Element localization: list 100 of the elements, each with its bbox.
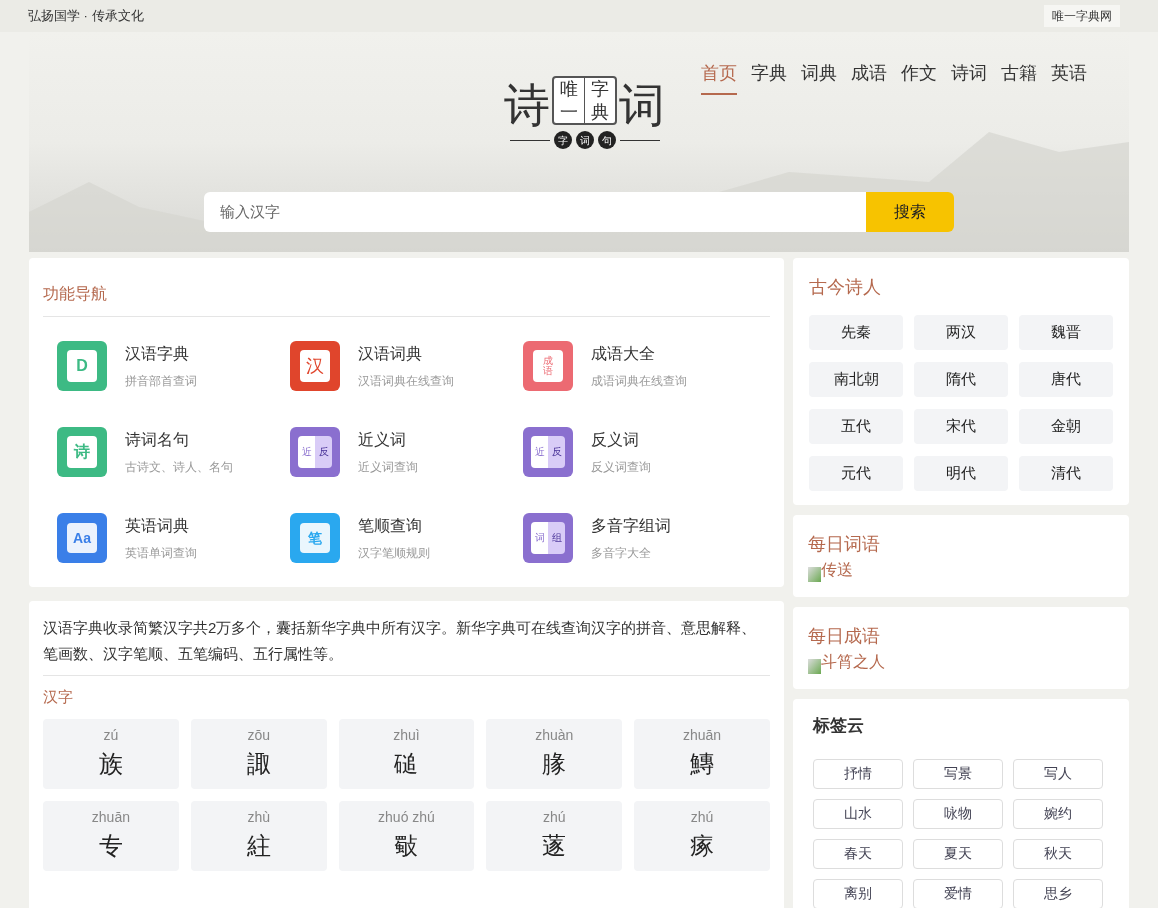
pinyin-text: zhuān bbox=[683, 726, 722, 745]
feature-description: 汉字笔顺规则 bbox=[358, 545, 430, 562]
feature-link[interactable]: 汉 汉语词典 汉语词典在线查询 bbox=[290, 341, 523, 391]
era-button[interactable]: 隋代 bbox=[914, 362, 1008, 397]
pinyin-text: zhuó zhú bbox=[378, 808, 435, 827]
feature-name: 近义词 bbox=[358, 430, 407, 450]
nav-link[interactable]: 古籍 bbox=[1001, 60, 1037, 95]
era-button[interactable]: 唐代 bbox=[1019, 362, 1113, 397]
tag-link[interactable]: 婉约 bbox=[1013, 798, 1103, 829]
tag-link[interactable]: 思乡 bbox=[1013, 878, 1103, 908]
feature-name: 诗词名句 bbox=[125, 430, 190, 450]
era-button[interactable]: 两汉 bbox=[914, 315, 1008, 350]
nav-link[interactable]: 诗词 bbox=[951, 60, 987, 95]
tag-link[interactable]: 山水 bbox=[813, 798, 903, 829]
intro-paragraph: 汉语字典收录简繁汉字共2万多个，囊括新华字典中所有汉字。新华字典可在线查询汉字的拼音、意思解释、笔画数、汉字笔顺、五笔编码、五行属性等。 bbox=[43, 615, 770, 676]
character-card[interactable]: zhù 紸 bbox=[190, 800, 327, 871]
era-button[interactable]: 明代 bbox=[914, 456, 1008, 491]
section-title: 功能导航 bbox=[43, 282, 770, 317]
broken-image-icon bbox=[808, 567, 821, 582]
era-button[interactable]: 清代 bbox=[1019, 456, 1113, 491]
feature-link[interactable]: 近 反 反义词 反义词查询 bbox=[523, 427, 756, 477]
character-card[interactable]: zōu 諏 bbox=[190, 718, 327, 789]
pinyin-text: zhù bbox=[247, 808, 270, 827]
image-alt-text: 传送 bbox=[821, 560, 853, 580]
feature-icon: Aa bbox=[57, 513, 107, 563]
feature-link[interactable]: 近 反 近义词 近义词查询 bbox=[290, 427, 523, 477]
tag-link[interactable]: 春天 bbox=[813, 838, 903, 869]
feature-description: 多音字大全 bbox=[591, 545, 652, 562]
character-card[interactable]: zhuì 磓 bbox=[338, 718, 475, 789]
feature-link[interactable]: 词 组 多音字组词 多音字大全 bbox=[523, 513, 756, 563]
pinyin-text: zú bbox=[103, 726, 119, 745]
era-button[interactable]: 魏晋 bbox=[1019, 315, 1113, 350]
section-title: 每日词语 bbox=[808, 533, 881, 556]
era-button[interactable]: 五代 bbox=[809, 409, 903, 444]
character-text: 斀 bbox=[394, 831, 419, 861]
nav-link[interactable]: 作文 bbox=[901, 60, 937, 95]
character-text: 专 bbox=[98, 831, 123, 861]
nav-link[interactable]: 英语 bbox=[1051, 60, 1087, 95]
tag-link[interactable]: 写人 bbox=[1013, 758, 1103, 789]
site-slogan: 弘扬国学 · 传承文化 bbox=[28, 7, 144, 26]
feature-link[interactable]: 成 语 成语大全 成语词典在线查询 bbox=[523, 341, 756, 391]
feature-name: 多音字组词 bbox=[591, 516, 671, 536]
character-card[interactable]: zhuó zhú 斀 bbox=[338, 800, 475, 871]
character-text: 族 bbox=[98, 749, 123, 779]
pinyin-text: zhuì bbox=[393, 726, 420, 745]
feature-description: 拼音部首查词 bbox=[125, 373, 197, 390]
pinyin-text: zōu bbox=[247, 726, 270, 745]
logo-text: 诗 bbox=[504, 83, 550, 129]
pinyin-text: zhuān bbox=[91, 808, 130, 827]
character-card[interactable]: zhú 蓫 bbox=[486, 800, 623, 871]
feature-description: 英语单词查询 bbox=[125, 545, 197, 562]
feature-name: 成语大全 bbox=[591, 344, 656, 364]
feature-name: 英语词典 bbox=[125, 516, 190, 536]
nav-link[interactable]: 成语 bbox=[851, 60, 887, 95]
feature-icon: 近 反 bbox=[523, 427, 573, 477]
pinyin-text: zhú bbox=[543, 808, 566, 827]
tag-link[interactable]: 咏物 bbox=[913, 798, 1003, 829]
character-card[interactable]: zhuān 专 bbox=[43, 800, 179, 871]
era-button[interactable]: 先秦 bbox=[809, 315, 903, 350]
logo-seal: 字 bbox=[553, 131, 572, 149]
feature-description: 成语词典在线查询 bbox=[591, 373, 687, 390]
feature-link[interactable]: 诗 诗词名句 古诗文、诗人、名句 bbox=[57, 427, 290, 477]
feature-icon: 笔 bbox=[290, 513, 340, 563]
nav-link[interactable]: 字典 bbox=[751, 60, 787, 95]
feature-link[interactable]: Aa 英语词典 英语单词查询 bbox=[57, 513, 290, 563]
tag-link[interactable]: 夏天 bbox=[913, 838, 1003, 869]
tag-link[interactable]: 抒情 bbox=[813, 758, 903, 789]
feature-name: 反义词 bbox=[591, 430, 640, 450]
tag-link[interactable]: 秋天 bbox=[1013, 838, 1103, 869]
section-title: 汉字 bbox=[43, 687, 74, 707]
pinyin-text: zhú bbox=[690, 808, 714, 827]
tag-link[interactable]: 爱情 bbox=[913, 878, 1003, 908]
feature-icon: 词 组 bbox=[523, 513, 573, 563]
logo-seal: 词 bbox=[575, 131, 594, 149]
character-card[interactable]: zhuān 鱄 bbox=[634, 718, 770, 789]
era-button[interactable]: 金朝 bbox=[1019, 409, 1113, 444]
era-button[interactable]: 元代 bbox=[809, 456, 903, 491]
era-button[interactable]: 宋代 bbox=[914, 409, 1008, 444]
feature-link[interactable]: 笔 笔顺查询 汉字笔顺规则 bbox=[290, 513, 523, 563]
search-button[interactable]: 搜索 bbox=[866, 192, 954, 232]
feature-link[interactable]: D 汉语字典 拼音部首查词 bbox=[57, 341, 290, 391]
tag-link[interactable]: 写景 bbox=[913, 758, 1003, 789]
character-text: 諏 bbox=[246, 749, 271, 779]
search-field[interactable]: 输入汉字 bbox=[204, 192, 866, 232]
character-card[interactable]: zú 族 bbox=[43, 718, 179, 789]
nav-link[interactable]: 词典 bbox=[801, 60, 837, 95]
site-link[interactable]: 唯一字典网 bbox=[1044, 5, 1120, 27]
character-text: 腞 bbox=[542, 749, 567, 779]
image-alt-text: 斗筲之人 bbox=[821, 652, 885, 672]
era-button[interactable]: 南北朝 bbox=[809, 362, 903, 397]
character-card[interactable]: zhuàn 腞 bbox=[486, 718, 623, 789]
section-title: 标签云 bbox=[813, 715, 865, 737]
tag-link[interactable]: 离别 bbox=[813, 878, 903, 908]
nav-link[interactable]: 首页 bbox=[701, 60, 737, 95]
feature-description: 反义词查询 bbox=[591, 459, 651, 476]
character-card[interactable]: zhú 瘃 bbox=[634, 800, 770, 871]
feature-icon: 近 反 bbox=[290, 427, 340, 477]
feature-name: 汉语词典 bbox=[358, 344, 423, 364]
character-text: 瘃 bbox=[690, 831, 715, 861]
section-title: 古今诗人 bbox=[809, 276, 882, 299]
